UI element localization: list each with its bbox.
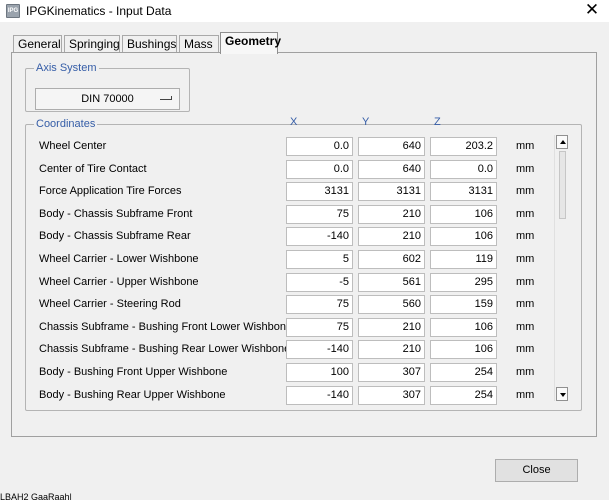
coordinate-y-field[interactable]: 210 <box>358 205 425 224</box>
coordinate-y-field[interactable]: 210 <box>358 318 425 337</box>
coordinate-z-field[interactable]: 159 <box>430 295 497 314</box>
coordinate-x-field[interactable]: -5 <box>286 273 353 292</box>
title-bar: IPG IPGKinematics - Input Data ✕ <box>0 0 609 22</box>
unit-label: mm <box>516 253 535 265</box>
coordinate-y-field[interactable]: 307 <box>358 386 425 405</box>
window-title: IPGKinematics - Input Data <box>26 4 172 18</box>
scroll-up-arrow-icon[interactable] <box>556 135 568 149</box>
close-icon[interactable]: ✕ <box>581 0 603 22</box>
coordinate-z-field[interactable]: 254 <box>430 363 497 382</box>
axis-system-legend: Axis System <box>36 62 97 74</box>
status-text: LBAH2 GaaRaah| <box>0 492 72 500</box>
row-label: Chassis Subframe - Bushing Front Lower W… <box>39 321 289 333</box>
coordinate-x-field[interactable]: 75 <box>286 318 353 337</box>
coordinate-y-field[interactable]: 210 <box>358 340 425 359</box>
unit-label: mm <box>516 366 535 378</box>
unit-label: mm <box>516 185 535 197</box>
coordinate-z-field[interactable]: 106 <box>430 340 497 359</box>
coordinate-x-field[interactable]: 75 <box>286 295 353 314</box>
coordinate-z-field[interactable]: 106 <box>430 227 497 246</box>
unit-label: mm <box>516 230 535 242</box>
unit-label: mm <box>516 389 535 401</box>
axis-system-value: DIN 70000 <box>81 93 134 105</box>
column-header-z: Z <box>434 116 441 128</box>
input-data-window: IPG IPGKinematics - Input Data ✕ General… <box>0 0 609 500</box>
unit-label: mm <box>516 343 535 355</box>
unit-label: mm <box>516 321 535 333</box>
tab-geometry[interactable]: Geometry <box>220 32 281 54</box>
app-icon: IPG <box>6 4 20 18</box>
unit-label: mm <box>516 276 535 288</box>
unit-label: mm <box>516 208 535 220</box>
unit-label: mm <box>516 298 535 310</box>
coordinate-z-field[interactable]: 254 <box>430 386 497 405</box>
coordinates-legend: Coordinates <box>36 118 96 130</box>
coordinates-scrollbar[interactable] <box>554 135 569 401</box>
coordinate-z-field[interactable]: 203.2 <box>430 137 497 156</box>
row-label: Wheel Carrier - Upper Wishbone <box>39 276 199 288</box>
unit-label: mm <box>516 163 535 175</box>
axis-system-dropdown[interactable]: DIN 70000 <box>35 88 180 110</box>
coordinate-z-field[interactable]: 0.0 <box>430 160 497 179</box>
coordinate-x-field[interactable]: 0.0 <box>286 160 353 179</box>
close-button[interactable]: Close <box>495 459 578 482</box>
row-label: Body - Bushing Front Upper Wishbone <box>39 366 228 378</box>
coordinate-y-field[interactable]: 307 <box>358 363 425 382</box>
coordinate-y-field[interactable]: 560 <box>358 295 425 314</box>
coordinate-z-field[interactable]: 3131 <box>430 182 497 201</box>
coordinate-z-field[interactable]: 106 <box>430 318 497 337</box>
row-label: Wheel Carrier - Steering Rod <box>39 298 181 310</box>
dropdown-indicator-icon <box>160 96 172 100</box>
coordinate-z-field[interactable]: 119 <box>430 250 497 269</box>
scroll-thumb[interactable] <box>559 151 566 219</box>
coordinate-x-field[interactable]: 5 <box>286 250 353 269</box>
row-label: Chassis Subframe - Bushing Rear Lower Wi… <box>39 343 289 355</box>
row-label: Wheel Carrier - Lower Wishbone <box>39 253 199 265</box>
coordinate-y-field[interactable]: 640 <box>358 160 425 179</box>
coordinate-x-field[interactable]: 0.0 <box>286 137 353 156</box>
coordinate-x-field[interactable]: 100 <box>286 363 353 382</box>
unit-label: mm <box>516 140 535 152</box>
row-label: Body - Chassis Subframe Rear <box>39 230 191 242</box>
column-header-y: Y <box>362 116 370 128</box>
scroll-down-arrow-icon[interactable] <box>556 387 568 401</box>
coordinate-x-field[interactable]: -140 <box>286 227 353 246</box>
coordinate-x-field[interactable]: -140 <box>286 340 353 359</box>
coordinate-x-field[interactable]: 75 <box>286 205 353 224</box>
row-label: Center of Tire Contact <box>39 163 147 175</box>
row-label: Wheel Center <box>39 140 107 152</box>
row-label: Force Application Tire Forces <box>39 185 182 197</box>
coordinate-y-field[interactable]: 210 <box>358 227 425 246</box>
coordinate-x-field[interactable]: 3131 <box>286 182 353 201</box>
geometry-panel: Axis System DIN 70000 Coordinates X Y Z … <box>11 52 597 437</box>
coordinate-z-field[interactable]: 295 <box>430 273 497 292</box>
coordinate-y-field[interactable]: 561 <box>358 273 425 292</box>
coordinate-x-field[interactable]: -140 <box>286 386 353 405</box>
axis-system-group: Axis System DIN 70000 <box>25 62 190 112</box>
coordinate-y-field[interactable]: 640 <box>358 137 425 156</box>
column-header-x: X <box>290 116 298 128</box>
row-label: Body - Bushing Rear Upper Wishbone <box>39 389 226 401</box>
coordinate-y-field[interactable]: 3131 <box>358 182 425 201</box>
coordinate-y-field[interactable]: 602 <box>358 250 425 269</box>
coordinate-z-field[interactable]: 106 <box>430 205 497 224</box>
row-label: Body - Chassis Subframe Front <box>39 208 193 220</box>
